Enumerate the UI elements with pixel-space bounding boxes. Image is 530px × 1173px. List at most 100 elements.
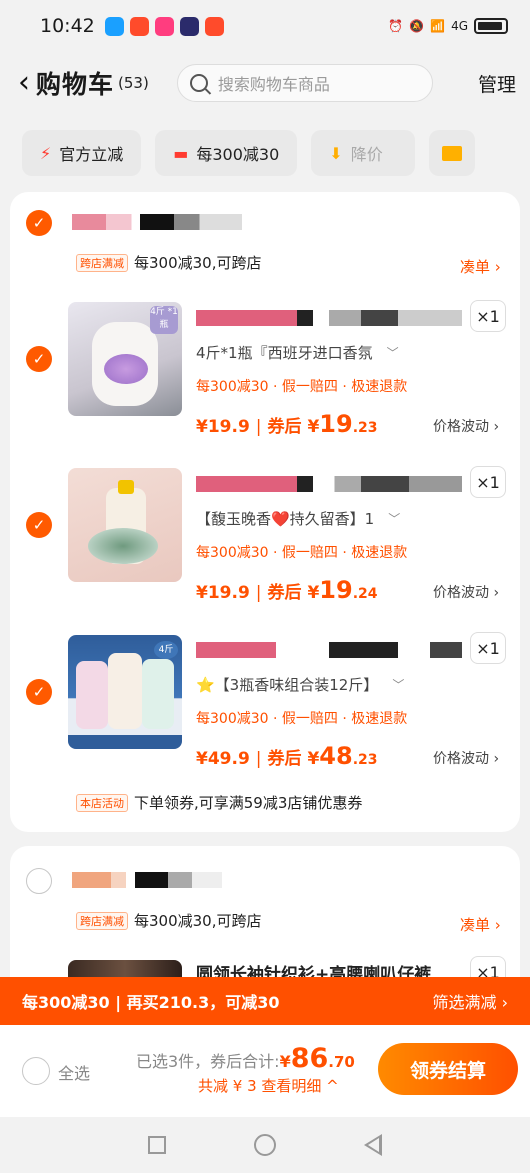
price-row: ¥19.9 | 券后 ¥ 19 .23 xyxy=(196,410,378,438)
filter-label: 每300减30 xyxy=(196,145,280,164)
mute-icon: 🔕 xyxy=(409,19,425,33)
coupon-icon: ▬ xyxy=(173,143,189,163)
summary-label: 已选3件，券后合计: xyxy=(136,1052,280,1071)
cross-store-promo: 跨店满减 每300减30,可跨店 xyxy=(76,252,262,273)
shop-activity-tag: 本店活动 xyxy=(76,793,128,812)
select-all-checkbox[interactable] xyxy=(22,1057,50,1085)
chevron-down-icon: ﹀ xyxy=(392,678,405,692)
search-input[interactable]: 搜索购物车商品 xyxy=(176,64,433,102)
search-icon xyxy=(189,74,208,92)
checkout-bar: 全选 已选3件，券后合计: ¥ 86 .70 共减 ¥ 3 查看明细 ^ 领券结… xyxy=(0,1025,530,1117)
status-time: 10:42 xyxy=(40,15,95,37)
original-price: ¥19.9 xyxy=(196,417,250,437)
filter-300-minus-30[interactable]: ▬ 每300减30 xyxy=(155,130,298,176)
product-image[interactable]: 4斤 xyxy=(68,635,182,749)
promo-tag: 跨店满减 xyxy=(76,911,128,930)
product-image[interactable] xyxy=(68,468,182,582)
lightning-icon: ⚡ xyxy=(40,143,52,163)
chevron-down-icon: ﹀ xyxy=(386,346,399,360)
price-fluctuation-link[interactable]: 价格波动 › xyxy=(433,416,499,436)
filter-official-discount[interactable]: ⚡ 官方立减 xyxy=(22,130,142,176)
back-arrow-icon[interactable]: ‹ xyxy=(18,68,30,98)
shop-name-redacted xyxy=(72,872,222,888)
status-bar: 10:42 ⏰ 🔕 📶 4G xyxy=(0,0,530,52)
quantity-button[interactable]: ×1 xyxy=(470,632,506,664)
item-checkbox[interactable]: ✓ xyxy=(26,346,52,372)
down-arrow-icon: ⬇ xyxy=(329,143,343,163)
after-coupon-int: 48 xyxy=(319,742,353,770)
product-title-redacted xyxy=(196,310,462,326)
service-tags: 每300减30 · 假一赔四 · 极速退款 xyxy=(196,379,408,395)
folder-icon xyxy=(442,145,463,161)
discount-detail-link[interactable]: 共减 ¥ 3 查看明细 ^ xyxy=(198,1075,339,1096)
item-checkbox[interactable]: ✓ xyxy=(26,512,52,538)
product-spec-selector[interactable]: ⭐【3瓶香味组合装12斤】 ﹀ xyxy=(196,674,404,695)
cross-store-promo: 跨店满减 每300减30,可跨店 xyxy=(76,910,262,931)
price-fluctuation-link[interactable]: 价格波动 › xyxy=(433,748,499,768)
price-row: ¥49.9 | 券后 ¥ 48 .23 xyxy=(196,742,378,770)
app-notification-icon xyxy=(154,16,174,36)
coudan-link[interactable]: 凑单 › xyxy=(460,256,501,277)
product-title-redacted xyxy=(196,476,462,492)
search-placeholder: 搜索购物车商品 xyxy=(217,75,330,94)
checkout-button[interactable]: 领券结算 xyxy=(378,1043,518,1095)
shop-card: ✓ 跨店满减 每300减30,可跨店 凑单 › ✓ 4斤 *1瓶 ×1 4斤*1… xyxy=(10,192,520,832)
product-image[interactable]: 4斤 *1瓶 xyxy=(68,302,182,416)
price-row: ¥19.9 | 券后 ¥ 19 .24 xyxy=(196,576,378,604)
threshold-promo-bar[interactable]: 每300减30 | 再买210.3，可减30 筛选满减 › xyxy=(0,977,530,1025)
shop-activity: 本店活动 下单领券,可享满59减3店铺优惠券 xyxy=(76,792,362,813)
filter-price-drop[interactable]: ⬇ 降价 xyxy=(311,130,416,176)
product-title-redacted xyxy=(196,642,462,658)
shop-checkbox[interactable] xyxy=(26,868,52,894)
after-coupon-dec: .23 xyxy=(352,420,378,436)
spec-text: 4斤*1瓶『西班牙进口香氛 xyxy=(196,344,373,362)
alarm-icon: ⏰ xyxy=(388,19,404,33)
shop-activity-text: 下单领券,可享满59减3店铺优惠券 xyxy=(134,794,363,812)
after-coupon-label: 券后 xyxy=(267,417,302,437)
app-notification-icon xyxy=(179,16,199,36)
original-price: ¥19.9 xyxy=(196,583,250,603)
product-badge: 4斤 xyxy=(154,641,178,659)
currency: ¥ xyxy=(307,417,320,437)
spec-text: 【馥玉晚香❤️持久留香】1 xyxy=(196,510,375,528)
select-all-label[interactable]: 全选 xyxy=(58,1060,90,1084)
after-coupon-dec: .23 xyxy=(352,752,378,768)
manage-button[interactable]: 管理 xyxy=(478,70,516,97)
cart-header: ‹ 购物车 (53) 搜索购物车商品 管理 xyxy=(0,52,530,114)
shop-checkbox[interactable]: ✓ xyxy=(26,210,52,236)
product-spec-selector[interactable]: 4斤*1瓶『西班牙进口香氛 ﹀ xyxy=(196,342,399,363)
filter-label: 官方立减 xyxy=(59,145,124,164)
after-coupon-int: 19 xyxy=(319,410,353,438)
product-spec-selector[interactable]: 【馥玉晚香❤️持久留香】1 ﹀ xyxy=(196,508,400,529)
threshold-promo-text: 每300减30 | 再买210.3，可减30 xyxy=(22,993,280,1012)
system-nav-bar xyxy=(0,1117,530,1173)
wifi-icon: 📶 xyxy=(430,19,446,33)
back-icon[interactable] xyxy=(364,1134,382,1156)
coudan-link[interactable]: 凑单 › xyxy=(460,914,501,935)
filter-more-button[interactable] xyxy=(429,130,476,176)
after-coupon-dec: .24 xyxy=(352,586,378,602)
quantity-button[interactable]: ×1 xyxy=(470,300,506,332)
app-notification-icon xyxy=(204,16,224,36)
currency: ¥ xyxy=(307,583,320,603)
chevron-down-icon: ﹀ xyxy=(388,512,401,526)
item-checkbox[interactable]: ✓ xyxy=(26,679,52,705)
promo-text: 每300减30,可跨店 xyxy=(134,912,262,930)
price-fluctuation-link[interactable]: 价格波动 › xyxy=(433,582,499,602)
service-tags: 每300减30 · 假一赔四 · 极速退款 xyxy=(196,545,408,561)
battery-icon xyxy=(474,18,508,34)
filter-chips: ⚡ 官方立减 ▬ 每300减30 ⬇ 降价 xyxy=(22,130,476,176)
filter-full-discount-link[interactable]: 筛选满减 › xyxy=(433,989,509,1013)
filter-label: 降价 xyxy=(350,145,383,164)
total-dec: .70 xyxy=(328,1053,355,1071)
recent-apps-icon[interactable] xyxy=(148,1136,166,1154)
quantity-button[interactable]: ×1 xyxy=(470,466,506,498)
home-icon[interactable] xyxy=(254,1134,276,1156)
cart-count: (53) xyxy=(118,74,149,92)
after-coupon-label: 券后 xyxy=(267,749,302,769)
total-int: 86 xyxy=(290,1043,329,1074)
currency: ¥ xyxy=(279,1052,291,1071)
after-coupon-label: 券后 xyxy=(267,583,302,603)
original-price: ¥49.9 xyxy=(196,749,250,769)
page-title: 购物车 xyxy=(36,70,115,99)
